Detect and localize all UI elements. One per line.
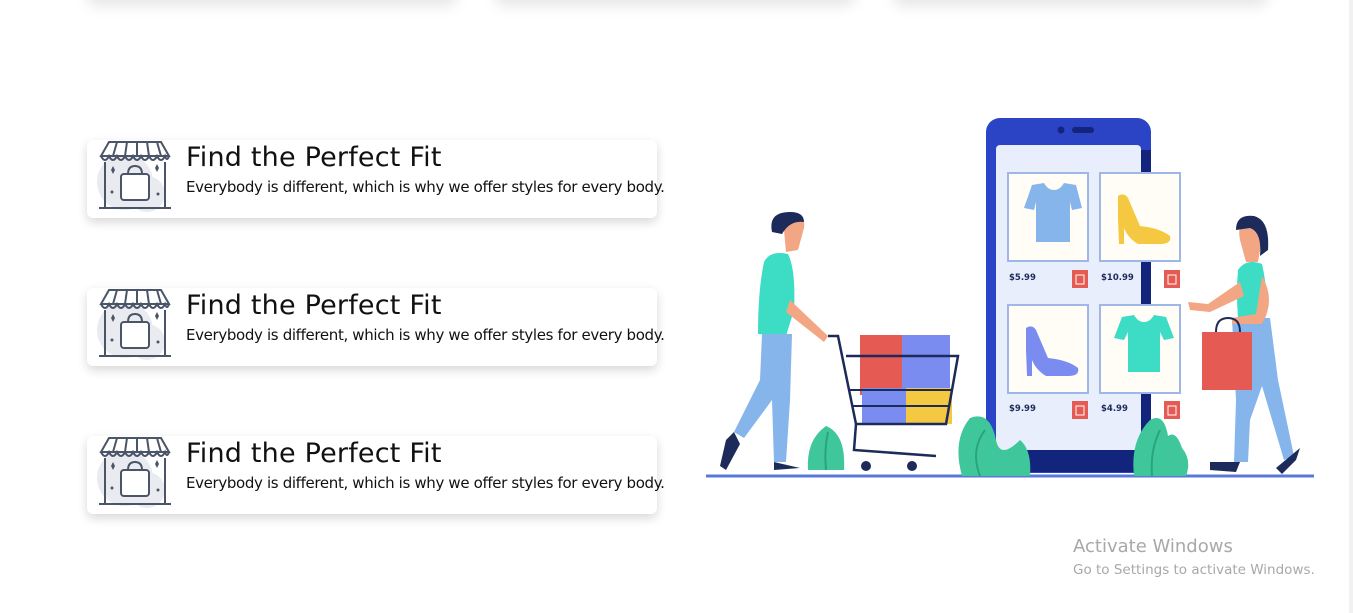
feature-card: Find the Perfect Fit Everybody is differ… — [87, 140, 665, 218]
feature-title: Find the Perfect Fit — [186, 290, 442, 321]
scrollbar[interactable] — [1349, 0, 1353, 613]
feature-card: Find the Perfect Fit Everybody is differ… — [87, 288, 665, 366]
feature-title: Find the Perfect Fit — [186, 142, 442, 173]
feature-title: Find the Perfect Fit — [186, 438, 442, 469]
phone-graphic — [986, 118, 1151, 473]
price-label: $9.99 — [1009, 404, 1036, 414]
store-icon — [95, 284, 171, 364]
price-label: $4.99 — [1101, 404, 1128, 414]
watermark-subtitle: Go to Settings to activate Windows. — [1073, 562, 1315, 578]
feature-description: Everybody is different, which is why we … — [186, 474, 665, 492]
price-label: $5.99 — [1009, 273, 1036, 283]
watermark-title: Activate Windows — [1073, 536, 1233, 557]
feature-description: Everybody is different, which is why we … — [186, 178, 665, 196]
price-label: $10.99 — [1101, 273, 1134, 283]
store-icon — [95, 136, 171, 216]
store-icon — [95, 432, 171, 512]
man-figure — [720, 212, 828, 470]
windows-activation-watermark: Activate Windows Go to Settings to activ… — [1073, 536, 1315, 578]
woman-figure — [1188, 215, 1300, 474]
online-shopping-illustration: $5.99 $10.99 $9.99 $4.99 — [706, 118, 1314, 478]
feature-description: Everybody is different, which is why we … — [186, 326, 665, 344]
feature-card: Find the Perfect Fit Everybody is differ… — [87, 436, 665, 514]
shopping-cart-icon — [828, 334, 960, 471]
